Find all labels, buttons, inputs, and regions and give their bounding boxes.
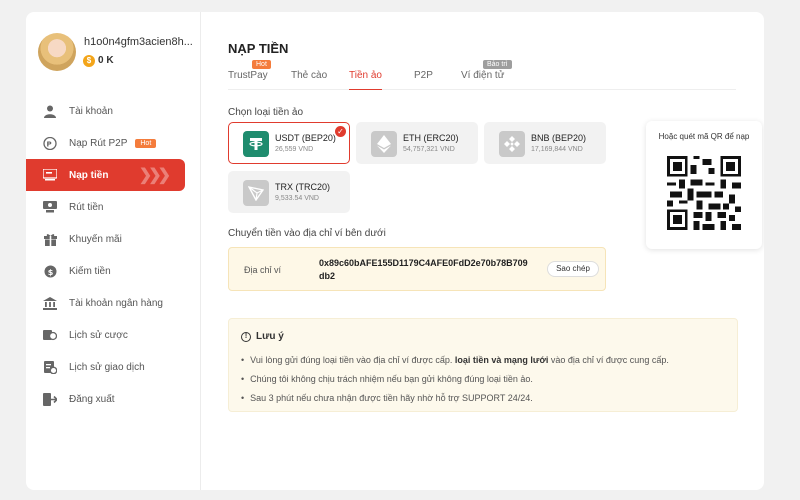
deposit-icon — [43, 168, 57, 182]
coin-icon: $ — [83, 55, 95, 67]
wallet-address-box: Địa chỉ ví 0x89c60bAFE155D1179C4AFE0FdD2… — [228, 247, 606, 291]
list-item: Vui lòng gửi đúng loại tiền vào địa chỉ … — [241, 354, 731, 373]
choose-crypto-label: Chọn loại tiền ảo — [228, 107, 304, 118]
coin-card-trx[interactable]: TRX (TRC20) 9,533.54 VND — [228, 171, 350, 213]
coin-rate: 17,169,844 VND — [531, 146, 583, 153]
qr-label: Hoặc quét mã QR để nạp — [658, 132, 750, 141]
deposit-tabs: TrustPay Hot Thẻ cào Tiền ảo P2P Ví điện… — [228, 60, 736, 90]
tab-e-wallet[interactable]: Ví điện tử Bảo trì — [461, 60, 512, 90]
sidebar-item-logout[interactable]: Đăng xuất — [26, 383, 201, 415]
wallet-address-label: Địa chỉ ví — [244, 265, 282, 275]
coin-name: BNB (BEP20) — [531, 133, 587, 143]
usdt-logo-icon — [243, 131, 269, 157]
logout-icon — [43, 392, 57, 406]
qr-card: Hoặc quét mã QR để nạp — [646, 121, 762, 249]
qr-code-icon — [667, 156, 741, 230]
note-list: Vui lòng gửi đúng loại tiền vào địa chỉ … — [241, 354, 731, 411]
balance: 0 K — [98, 55, 114, 66]
coin-card-eth[interactable]: ETH (ERC20) 54,757,321 VND — [356, 122, 478, 164]
hot-badge: Hot — [135, 138, 157, 148]
list-item: Sau 3 phút nếu chưa nhận được tiền hãy n… — [241, 392, 731, 411]
sidebar-item-p2p[interactable]: P Nạp Rút P2P Hot — [26, 127, 201, 159]
coin-rate: 9,533.54 VND — [275, 195, 319, 202]
info-icon: ! — [241, 331, 251, 342]
coin-name: USDT (BEP20) — [275, 133, 336, 143]
coin-rate: 54,757,321 VND — [403, 146, 455, 153]
note-text: vào địa chỉ ví được cung cấp. — [548, 355, 669, 365]
copy-button[interactable]: Sao chép — [547, 261, 599, 277]
sidebar-item-deposit[interactable]: Nạp tiền ❯❯❯ — [26, 159, 185, 191]
maintenance-tag: Bảo trì — [483, 60, 512, 69]
sidebar-item-promotion[interactable]: Khuyến mãi — [26, 223, 201, 255]
note-box: ! Lưu ý Vui lòng gửi đúng loại tiền vào … — [228, 318, 738, 412]
username: h1o0n4gfm3acien8h... — [84, 36, 193, 48]
note-text: Vui lòng gửi đúng loại tiền vào địa chỉ … — [250, 355, 455, 365]
user-icon — [43, 104, 57, 118]
transfer-instruction: Chuyển tiền vào địa chỉ ví bên dưới — [228, 228, 386, 239]
sidebar-item-label: Lịch sử giao dịch — [69, 361, 145, 373]
wallet-address: 0x89c60bAFE155D1179C4AFE0FdD2e70b78B709d… — [319, 258, 528, 281]
coin-card-usdt[interactable]: USDT (BEP20) 26,559 VND ✓ — [228, 122, 350, 164]
sidebar-item-label: Lịch sử cược — [69, 329, 128, 341]
bet-history-icon — [43, 328, 57, 342]
sidebar-item-transaction-history[interactable]: Lịch sử giao dịch — [26, 351, 201, 383]
sidebar-item-label: Tài khoản ngân hàng — [69, 297, 163, 309]
p2p-icon: P — [43, 136, 57, 150]
trx-logo-icon — [243, 180, 269, 206]
user-info: h1o0n4gfm3acien8h... $ 0 K — [38, 33, 198, 75]
tab-trustpay[interactable]: TrustPay Hot — [228, 60, 271, 90]
sidebar-item-bet-history[interactable]: Lịch sử cược — [26, 319, 201, 351]
tab-label: Thẻ cào — [291, 70, 328, 81]
note-title: ! Lưu ý — [241, 331, 284, 342]
coin-name: TRX (TRC20) — [275, 182, 331, 192]
sidebar-item-label: Nạp tiền — [69, 169, 109, 181]
sidebar-item-label: Rút tiền — [69, 201, 104, 213]
money-icon: $ — [43, 264, 57, 278]
tab-scratch-card[interactable]: Thẻ cào — [291, 70, 327, 90]
sidebar: h1o0n4gfm3acien8h... $ 0 K Tài khoản P N… — [26, 12, 201, 490]
tab-label: Ví điện tử — [461, 70, 505, 81]
tab-label: P2P — [414, 70, 433, 81]
withdraw-icon — [43, 200, 57, 214]
tab-label: TrustPay — [228, 70, 268, 81]
sidebar-item-label: Khuyến mãi — [69, 233, 122, 245]
sidebar-item-label: Tài khoản — [69, 105, 113, 117]
coin-card-bnb[interactable]: BNB (BEP20) 17,169,844 VND — [484, 122, 606, 164]
main-content: NẠP TIỀN TrustPay Hot Thẻ cào Tiền ảo P2… — [228, 12, 764, 490]
selected-check-icon: ✓ — [335, 126, 346, 137]
sidebar-item-label: Kiếm tiền — [69, 265, 111, 277]
note-title-text: Lưu ý — [256, 331, 284, 342]
sidebar-item-account[interactable]: Tài khoản — [26, 95, 201, 127]
svg-text:$: $ — [47, 268, 53, 277]
note-text: Chúng tôi không chịu trách nhiệm nếu bạn… — [250, 374, 533, 384]
sidebar-item-bank[interactable]: Tài khoản ngân hàng — [26, 287, 201, 319]
hot-tag: Hot — [252, 60, 271, 69]
page-title: NẠP TIỀN — [228, 41, 289, 56]
bank-icon — [43, 296, 57, 310]
avatar[interactable] — [38, 33, 76, 71]
sidebar-item-earn[interactable]: $ Kiếm tiền — [26, 255, 201, 287]
gift-icon — [43, 232, 57, 246]
sidebar-item-withdraw[interactable]: Rút tiền — [26, 191, 201, 223]
bnb-logo-icon — [499, 131, 525, 157]
note-text: Sau 3 phút nếu chưa nhận được tiền hãy n… — [250, 393, 533, 403]
tab-crypto[interactable]: Tiền ảo — [349, 70, 382, 90]
chevron-decoration-icon: ❯❯❯ — [138, 167, 171, 184]
transaction-history-icon — [43, 360, 57, 374]
sidebar-item-label: Nạp Rút P2P — [69, 137, 128, 149]
account-panel: h1o0n4gfm3acien8h... $ 0 K Tài khoản P N… — [26, 12, 764, 490]
tab-label: Tiền ảo — [349, 70, 382, 81]
tab-p2p[interactable]: P2P — [414, 70, 433, 90]
coin-rate: 26,559 VND — [275, 146, 314, 153]
sidebar-item-label: Đăng xuất — [69, 393, 115, 405]
list-item: Chúng tôi không chịu trách nhiệm nếu bạn… — [241, 373, 731, 392]
note-text-bold: loại tiền và mạng lưới — [454, 355, 549, 365]
sidebar-menu: Tài khoản P Nạp Rút P2P Hot Nạp tiền ❯❯❯ — [26, 95, 201, 415]
svg-text:P: P — [47, 140, 52, 148]
coin-name: ETH (ERC20) — [403, 133, 459, 143]
eth-logo-icon — [371, 131, 397, 157]
